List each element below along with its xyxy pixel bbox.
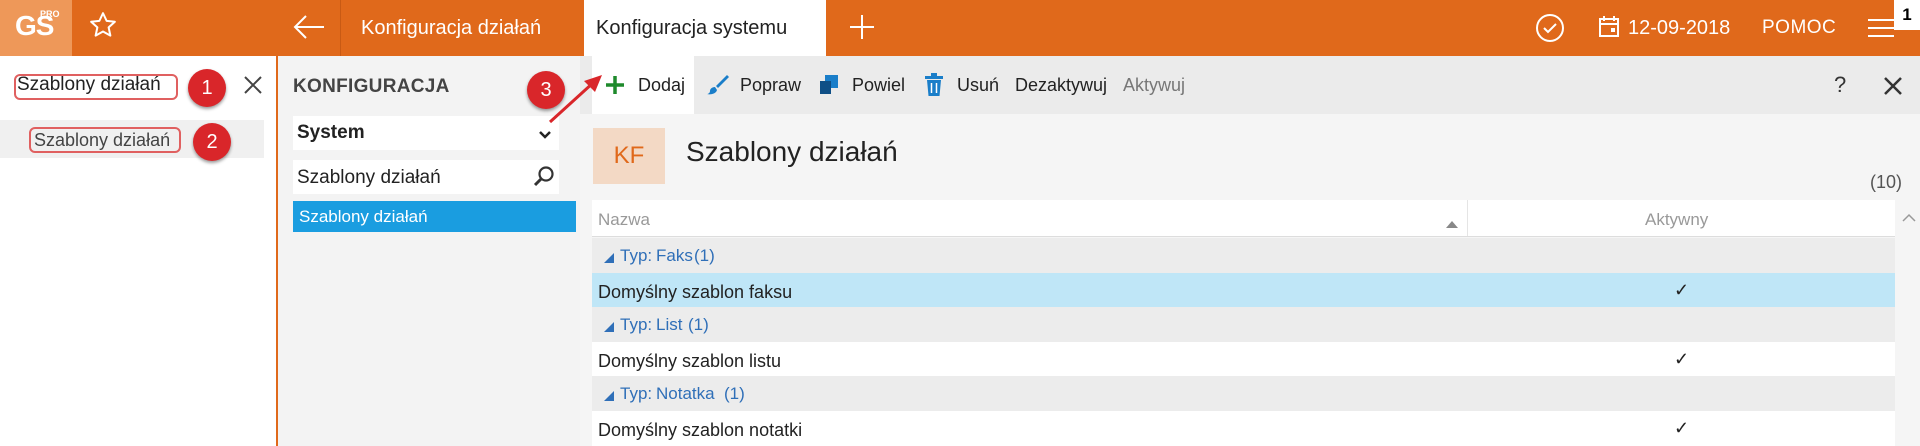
row-name[interactable]: Domyślny szablon faksu [598,282,792,303]
record-count: (10) [1870,172,1903,192]
brush-icon[interactable] [706,73,730,102]
tab-konfiguracja-systemu[interactable]: Konfiguracja systemu [584,0,826,56]
duplicate-button[interactable]: Powiel [852,75,905,96]
menu-icon[interactable] [1868,18,1894,43]
check-circle-icon[interactable] [1534,12,1566,49]
active-check: ✓ [1674,418,1690,438]
config-list-item-label[interactable]: Szablony działań [299,207,428,227]
group-count: (1) [688,315,709,334]
column-header-aktywny[interactable]: Aktywny [1645,210,1708,230]
callout-2: 2 [193,123,231,161]
star-icon[interactable] [88,10,118,45]
activate-button: Aktywuj [1123,75,1186,95]
scroll-up-icon[interactable] [1902,210,1916,228]
logo-superscript: PRO [40,9,60,19]
highlight-box-2 [29,127,181,153]
column-divider[interactable] [1467,200,1468,236]
group-type-value: Notatka [656,384,715,403]
notification-badge[interactable]: 1 [1894,0,1920,30]
search-icon[interactable] [532,165,556,194]
delete-button[interactable]: Usuń [957,75,999,96]
group-count: (1) [724,384,745,403]
row-name[interactable]: Domyślny szablon notatki [598,420,802,441]
table-row[interactable] [592,342,1895,377]
group-type-value: List [656,315,683,334]
callout-3: 3 [527,71,565,109]
group-type-label: Typ: [620,384,653,403]
group-type-value: Faks [656,246,693,265]
column-header-nazwa[interactable]: Nazwa [598,210,650,230]
group-type-label: Typ: [620,315,653,334]
group-row[interactable] [592,307,1895,342]
active-check: ✓ [1674,349,1690,369]
group-row[interactable] [592,376,1895,411]
config-module-value[interactable]: System [297,122,365,144]
help-link[interactable]: POMOC [1762,0,1836,56]
group-type-label: Typ: [620,246,653,265]
back-arrow-icon[interactable] [292,12,326,47]
config-search-value[interactable]: Szablony działań [297,167,441,189]
collapse-triangle-icon[interactable] [604,319,614,337]
collapse-triangle-icon[interactable] [604,250,614,268]
duplicate-icon[interactable] [818,74,840,101]
group-count: (1) [694,246,715,265]
row-name[interactable]: Domyślny szablon listu [598,351,781,372]
callout-1: 1 [188,69,226,107]
tab-konfiguracja-dzialan[interactable]: Konfiguracja działań [340,0,584,56]
highlight-box-1 [14,74,178,100]
left-search-panel [0,56,278,446]
close-icon[interactable] [1883,76,1903,101]
sort-ascending-icon[interactable] [1446,215,1458,233]
edit-button[interactable]: Popraw [740,75,801,96]
config-panel [278,56,580,446]
trash-icon[interactable] [924,73,944,102]
calendar-icon[interactable] [1598,15,1620,44]
current-date[interactable]: 12-09-2018 [1628,0,1730,56]
active-check: ✓ [1674,280,1690,300]
add-button-label[interactable]: Dodaj [638,75,685,96]
close-icon[interactable] [242,74,264,101]
page-title: Szablony działań [686,136,898,167]
group-row[interactable] [592,238,1895,273]
config-title: KONFIGURACJA [293,76,450,97]
collapse-triangle-icon[interactable] [604,388,614,406]
deactivate-button[interactable]: Dezaktywuj [1015,75,1107,96]
module-badge: KF [593,128,665,184]
new-tab-plus-icon[interactable] [847,12,877,47]
help-button[interactable]: ? [1834,72,1846,98]
